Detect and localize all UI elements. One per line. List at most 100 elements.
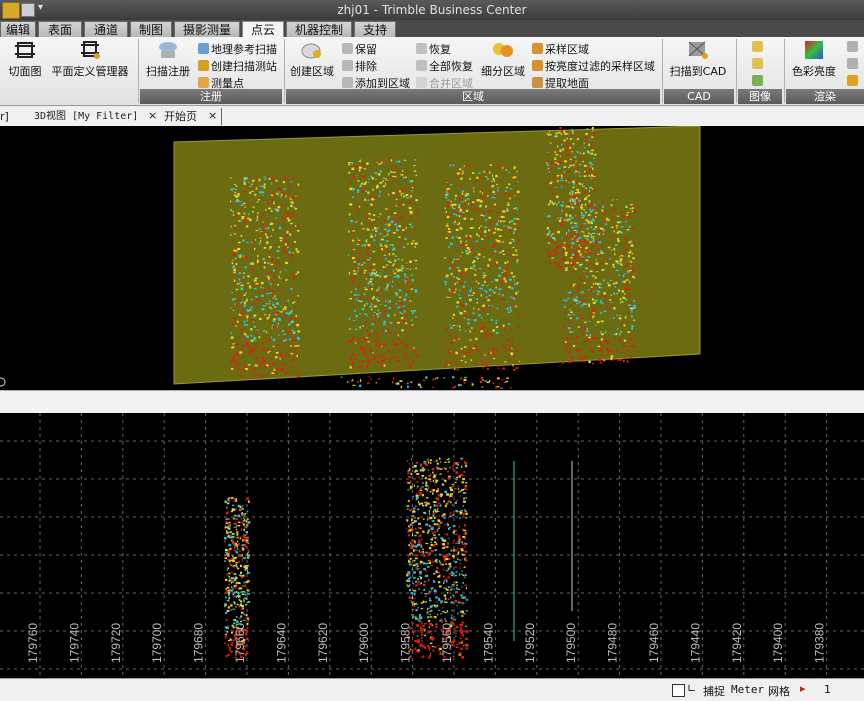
point-cloud-point	[458, 383, 461, 387]
color-brightness-button[interactable]: 色彩亮度	[788, 39, 840, 79]
point-cloud-point	[476, 199, 480, 202]
view-splitter[interactable]	[0, 390, 864, 414]
plane-manager-button[interactable]: 平面定义管理器	[50, 39, 130, 79]
tab-support[interactable]: 支持	[354, 21, 396, 37]
point-cloud-point	[228, 583, 231, 585]
point-cloud-point	[589, 190, 590, 192]
flag-icon[interactable]: ▸	[800, 682, 806, 695]
3d-view-canvas[interactable]	[0, 126, 864, 390]
point-cloud-point	[569, 247, 572, 250]
tab-surface[interactable]: 表面	[38, 21, 82, 37]
doc-tab-start-page[interactable]: 开始页	[164, 109, 197, 124]
point-cloud-point	[363, 272, 366, 274]
point-cloud-point	[438, 599, 441, 601]
render-tool-3-button[interactable]	[847, 75, 860, 88]
point-cloud-point	[279, 355, 282, 358]
point-cloud-point	[513, 167, 516, 170]
cut-plane-button[interactable]: 切面图	[4, 39, 46, 79]
tab-machine-control[interactable]: 机器控制	[286, 21, 352, 37]
point-cloud-point	[239, 282, 242, 284]
create-scan-station-button[interactable]: 创建扫描测站	[198, 58, 277, 74]
point-cloud-point	[622, 359, 625, 363]
point-cloud-point	[355, 219, 358, 222]
point-cloud-point	[385, 300, 387, 303]
render-tool-2-button[interactable]	[847, 58, 860, 71]
image-tool-1-button[interactable]	[752, 41, 765, 54]
point-cloud-point	[598, 286, 600, 289]
point-cloud-point	[505, 304, 507, 307]
point-cloud-point	[595, 259, 597, 261]
subdivide-region-button[interactable]: 细分区域	[480, 39, 526, 79]
point-cloud-point	[459, 273, 463, 276]
tab-edit[interactable]: 编辑	[0, 21, 36, 37]
plan-view-canvas[interactable]: 179760 179740 179720 179700 179680 179660 1796…	[0, 413, 864, 678]
restore-all-button[interactable]: 全部恢复	[416, 58, 473, 74]
point-cloud-point	[297, 330, 301, 333]
point-cloud-point	[425, 464, 429, 466]
point-cloud-point	[238, 278, 241, 281]
grid-label[interactable]: 网格	[768, 683, 790, 699]
3d-point-cloud-view[interactable]	[0, 126, 864, 390]
point-cloud-point	[569, 199, 572, 202]
point-cloud-point	[283, 216, 286, 219]
point-cloud-point	[471, 287, 472, 290]
point-cloud-point	[481, 362, 484, 365]
point-cloud-point	[428, 478, 432, 481]
tab-drafting[interactable]: 制图	[130, 21, 172, 37]
doc-tab-3d-view[interactable]: 3D视图 [My Filter]	[34, 109, 138, 124]
point-cloud-point	[232, 539, 234, 542]
point-cloud-point	[233, 546, 237, 549]
brightness-filter-sample-button[interactable]: 按亮度过滤的采样区域	[532, 58, 655, 74]
point-cloud-point	[407, 300, 409, 302]
image-tool-2-button[interactable]	[752, 58, 765, 71]
point-cloud-point	[237, 536, 239, 539]
point-cloud-point	[293, 338, 297, 341]
point-cloud-point	[404, 231, 406, 234]
scan-register-button[interactable]: 扫描注册	[144, 39, 192, 79]
point-cloud-point	[456, 643, 459, 645]
point-cloud-point	[234, 353, 237, 355]
snap-label[interactable]: 捕捉	[703, 683, 725, 699]
tab-corridor[interactable]: 通道	[84, 21, 128, 37]
restore-button[interactable]: 恢复	[416, 41, 451, 57]
point-cloud-point	[585, 187, 587, 189]
point-cloud-point	[290, 223, 293, 225]
unit-label[interactable]: Meter	[731, 683, 764, 696]
point-cloud-point	[448, 349, 451, 352]
geo-reference-scan-button[interactable]: 地理参考扫描	[198, 41, 277, 57]
point-cloud-point	[471, 294, 474, 296]
point-cloud-point	[464, 376, 467, 378]
point-cloud-point	[349, 366, 352, 369]
ortho-icon[interactable]: ∟	[687, 682, 696, 695]
point-cloud-point	[228, 534, 230, 538]
point-cloud-point	[276, 311, 279, 315]
exclude-button[interactable]: 排除	[342, 58, 377, 74]
point-cloud-point	[287, 354, 290, 357]
render-tool-1-button[interactable]	[847, 41, 860, 54]
point-cloud-point	[565, 267, 568, 271]
point-cloud-point	[624, 265, 626, 268]
point-cloud-point	[422, 504, 424, 507]
plan-section-view[interactable]: 179760 179740 179720 179700 179680 179660 1796…	[0, 413, 864, 678]
close-icon[interactable]: ×	[148, 109, 157, 122]
tab-point-cloud[interactable]: 点云	[242, 21, 284, 38]
scan-to-cad-button[interactable]: 扫描到CAD	[666, 39, 730, 79]
point-cloud-point	[395, 228, 399, 232]
keep-button[interactable]: 保留	[342, 41, 377, 57]
snap-toggle-icon[interactable]	[672, 684, 685, 697]
point-cloud-point	[585, 267, 588, 270]
point-cloud-point	[245, 541, 248, 543]
sample-region-button[interactable]: 采样区域	[532, 41, 589, 57]
create-region-button[interactable]: 创建区域	[288, 39, 336, 79]
close-icon[interactable]: ×	[208, 109, 217, 122]
tab-photogrammetry[interactable]: 摄影测量	[174, 21, 240, 37]
point-cloud-point	[504, 192, 508, 195]
point-cloud-point	[388, 307, 391, 310]
point-cloud-point	[501, 378, 504, 381]
point-cloud-point	[411, 614, 414, 616]
doc-tab-fragment[interactable]: r]	[0, 109, 9, 124]
point-cloud-point	[481, 284, 485, 287]
point-cloud-point	[454, 488, 457, 490]
point-cloud-point	[436, 490, 439, 493]
image-tool-3-button[interactable]	[752, 75, 765, 88]
